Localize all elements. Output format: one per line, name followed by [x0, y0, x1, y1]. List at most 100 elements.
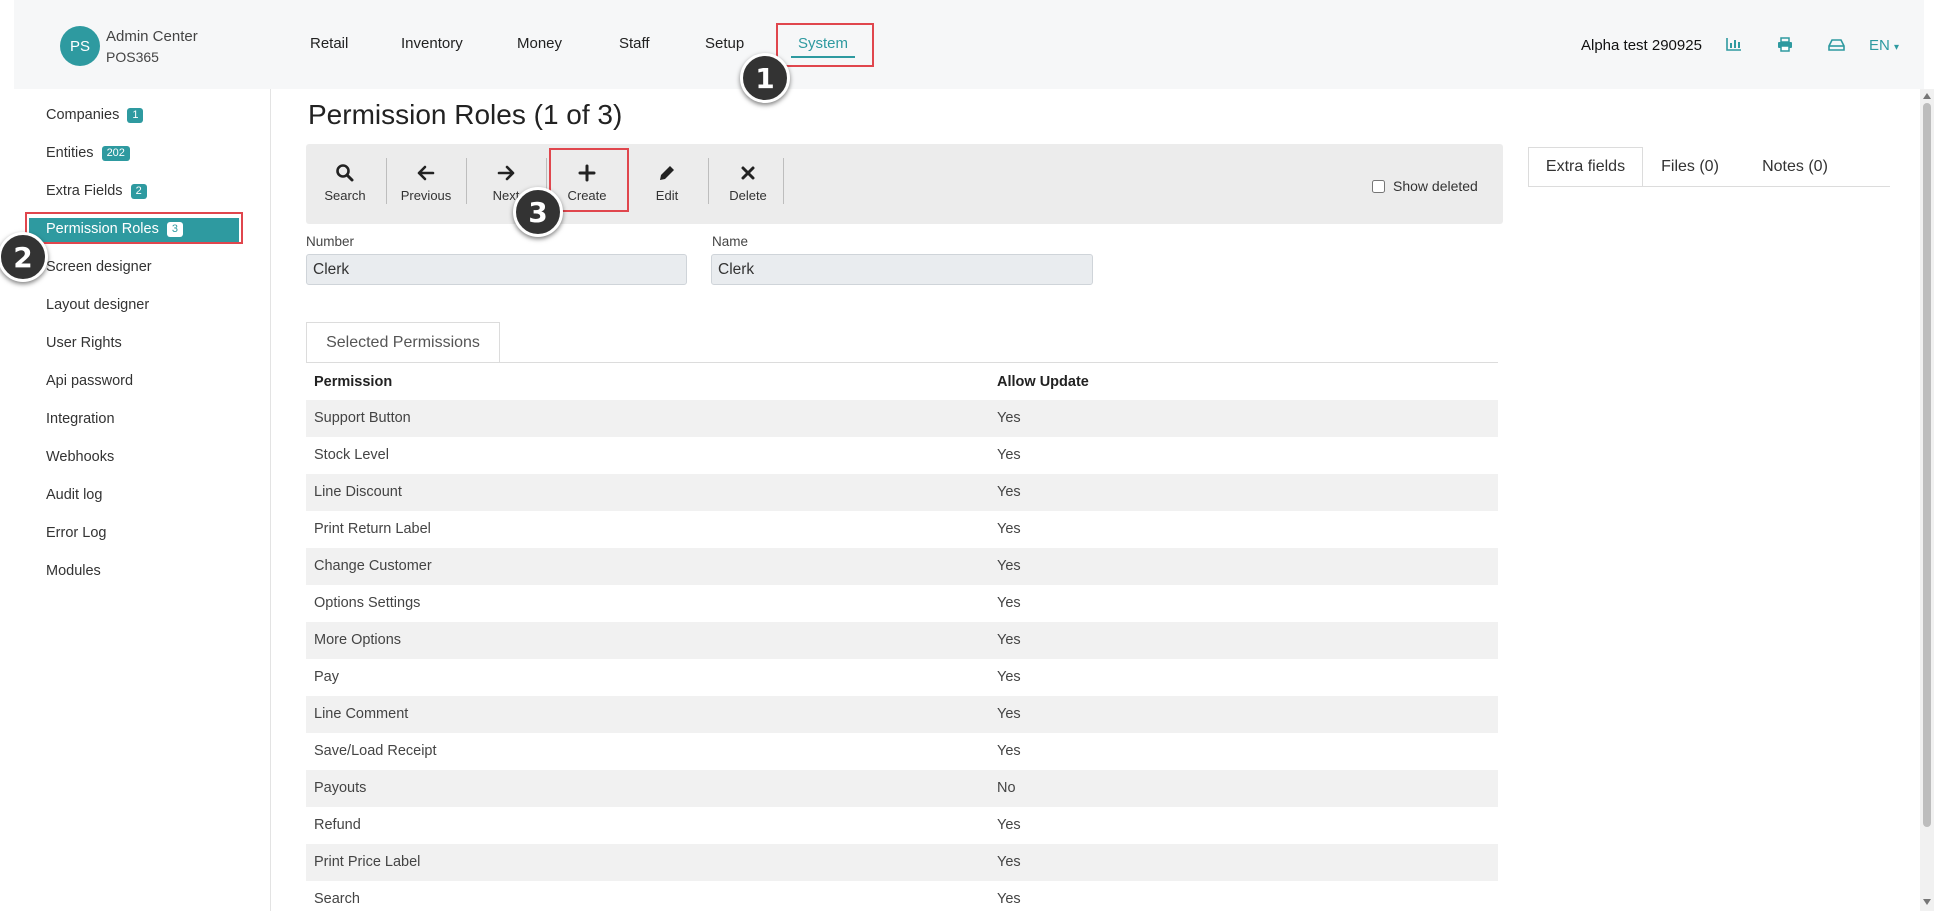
sidebar-item-audit-log[interactable]: Audit log — [46, 487, 102, 503]
allow-update-cell: Yes — [997, 891, 1021, 907]
step-callout-1: 1 — [740, 53, 790, 103]
number-label: Number — [306, 234, 355, 249]
table-row[interactable]: Change Customer Yes — [306, 548, 1498, 585]
permission-cell: Change Customer — [314, 558, 432, 574]
show-deleted-toggle[interactable]: Show deleted — [1372, 178, 1478, 194]
table-row[interactable]: Save/Load Receipt Yes — [306, 733, 1498, 770]
topnav-retail[interactable]: Retail — [310, 35, 348, 52]
previous-button[interactable]: Previous — [391, 161, 461, 209]
tab-divider — [306, 362, 1498, 363]
sidebar-item-user-rights[interactable]: User Rights — [46, 335, 122, 351]
sidebar-item-label: Extra Fields — [46, 183, 123, 199]
previous-label: Previous — [400, 188, 452, 203]
sidebar-item-modules[interactable]: Modules — [46, 563, 101, 579]
tab-selected-permissions[interactable]: Selected Permissions — [306, 322, 500, 363]
toolbar-divider — [466, 158, 467, 204]
table-row[interactable]: Search Yes — [306, 881, 1498, 911]
tab-notes[interactable]: Notes (0) — [1745, 147, 1845, 187]
cash-drawer-icon[interactable] — [1826, 34, 1846, 54]
name-field[interactable] — [711, 254, 1093, 285]
topnav-staff[interactable]: Staff — [619, 35, 650, 52]
arrow-right-icon — [497, 161, 515, 185]
count-badge: 1 — [127, 107, 144, 123]
sidebar-item-label: Api password — [46, 373, 134, 389]
sidebar-item-screen-designer[interactable]: Screen designer — [46, 259, 152, 275]
table-row[interactable]: Stock Level Yes — [306, 437, 1498, 474]
edit-button[interactable]: Edit — [632, 161, 702, 209]
toolbar-divider — [386, 158, 387, 204]
step-callout-2: 2 — [0, 232, 48, 282]
topnav-inventory[interactable]: Inventory — [401, 35, 463, 52]
permission-cell: Save/Load Receipt — [314, 743, 437, 759]
table-row[interactable]: Pay Yes — [306, 659, 1498, 696]
allow-update-cell: Yes — [997, 632, 1021, 648]
sidebar-item-label: Layout designer — [46, 297, 150, 313]
search-icon — [335, 161, 355, 185]
sidebar-item-entities[interactable]: Entities 202 — [46, 145, 130, 161]
highlight-system-nav — [776, 23, 874, 67]
permission-cell: Print Return Label — [314, 521, 431, 537]
sidebar-item-label: Screen designer — [46, 259, 152, 275]
scroll-up-icon[interactable] — [1923, 93, 1931, 99]
sidebar-item-webhooks[interactable]: Webhooks — [46, 449, 114, 465]
chevron-down-icon: ▾ — [1894, 42, 1900, 53]
step-callout-3: 3 — [513, 187, 563, 237]
chart-icon[interactable] — [1724, 34, 1744, 54]
permission-cell: Payouts — [314, 780, 367, 796]
table-row[interactable]: Support Button Yes — [306, 400, 1498, 437]
brand-logo: PS — [60, 26, 100, 66]
sidebar-item-label: User Rights — [46, 335, 122, 351]
permission-cell: More Options — [314, 632, 402, 648]
table-row[interactable]: Refund Yes — [306, 807, 1498, 844]
sidebar-item-label: Webhooks — [46, 449, 115, 465]
allow-update-cell: Yes — [997, 854, 1021, 870]
edit-label: Edit — [655, 188, 679, 203]
company-name[interactable]: Alpha test 290925 — [1581, 37, 1702, 54]
language-selector[interactable]: EN ▾ — [1869, 37, 1899, 54]
topnav-money[interactable]: Money — [517, 35, 562, 52]
table-row[interactable]: More Options Yes — [306, 622, 1498, 659]
number-field[interactable] — [306, 254, 687, 285]
sidebar-item-api-password[interactable]: Api password — [46, 373, 133, 389]
permission-cell: Pay — [314, 669, 339, 685]
search-label: Search — [324, 188, 366, 203]
sidebar-item-label: Error Log — [46, 525, 107, 541]
allow-update-cell: Yes — [997, 706, 1021, 722]
sidebar-item-error-log[interactable]: Error Log — [46, 525, 106, 541]
table-row[interactable]: Options Settings Yes — [306, 585, 1498, 622]
sidebar-item-integration[interactable]: Integration — [46, 411, 115, 427]
scroll-thumb[interactable] — [1923, 103, 1931, 827]
sidebar-item-extra-fields[interactable]: Extra Fields 2 — [46, 183, 147, 199]
permission-cell: Options Settings — [314, 595, 421, 611]
printer-icon[interactable] — [1775, 34, 1795, 54]
tabs-divider — [1528, 186, 1890, 187]
name-label: Name — [712, 234, 749, 249]
tab-extra-fields[interactable]: Extra fields — [1528, 147, 1643, 187]
topnav-setup[interactable]: Setup — [705, 35, 744, 52]
table-row[interactable]: Line Comment Yes — [306, 696, 1498, 733]
scrollbar[interactable] — [1920, 89, 1934, 911]
table-row[interactable]: Print Return Label Yes — [306, 511, 1498, 548]
table-row[interactable]: Print Price Label Yes — [306, 844, 1498, 881]
permission-cell: Support Button — [314, 410, 411, 426]
table-row[interactable]: Line Discount Yes — [306, 474, 1498, 511]
tab-files[interactable]: Files (0) — [1645, 147, 1735, 187]
sidebar-item-layout-designer[interactable]: Layout designer — [46, 297, 149, 313]
count-badge: 2 — [130, 183, 147, 199]
allow-update-cell: Yes — [997, 743, 1021, 759]
permission-cell: Line Discount — [314, 484, 402, 500]
sidebar-item-label: Integration — [46, 411, 115, 427]
allow-update-cell: Yes — [997, 669, 1021, 685]
sidebar-item-companies[interactable]: Companies 1 — [46, 107, 144, 123]
delete-button[interactable]: Delete — [713, 161, 783, 209]
search-button[interactable]: Search — [310, 161, 380, 209]
permission-cell: Search — [314, 891, 360, 907]
show-deleted-checkbox[interactable] — [1372, 179, 1385, 193]
table-row[interactable]: Payouts No — [306, 770, 1498, 807]
permission-cell: Print Price Label — [314, 854, 421, 870]
count-badge: 202 — [101, 145, 130, 161]
highlight-permission-roles — [25, 212, 243, 244]
delete-label: Delete — [729, 188, 767, 203]
page-title: Permission Roles (1 of 3) — [308, 99, 623, 130]
scroll-down-icon[interactable] — [1923, 899, 1931, 905]
